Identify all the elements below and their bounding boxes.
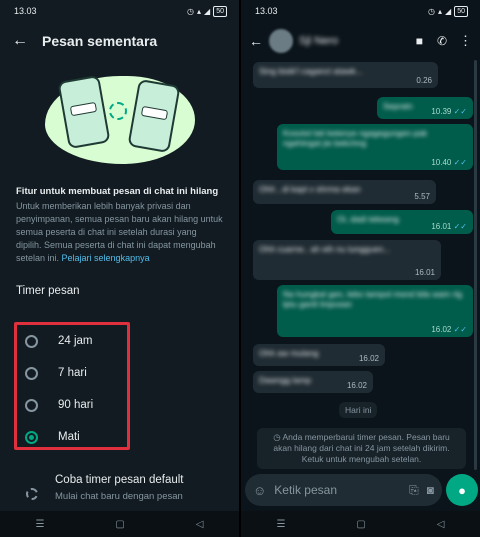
option-off[interactable]: Mati [25, 425, 80, 449]
message-list: Sing bisik'l caganct atawk... 0.26 Seprat… [241, 60, 480, 470]
message-outgoing[interactable]: Oi, dadi tekeang 16.01 ✓✓ [331, 210, 473, 234]
status-icons: ◷ ▴ ◢ 50 [187, 5, 227, 17]
message-outgoing[interactable]: Sepratn 10.39 ✓✓ [377, 97, 473, 119]
mic-button[interactable]: ● [446, 474, 478, 506]
message-incoming[interactable]: Ohh , di kapt v shrma ekan 5.57 [253, 180, 436, 204]
page-title: Pesan sementara [42, 33, 158, 49]
recents-icon[interactable]: ☰ [276, 519, 285, 530]
system-message[interactable]: ◷ Anda memperbarui timer pesan. Pesan ba… [257, 428, 466, 469]
back-arrow-icon[interactable]: ← [12, 32, 28, 50]
message-input[interactable]: Ketik pesan [274, 483, 401, 497]
timer-options-highlight: 24 jam 7 hari 90 hari Mati [14, 322, 130, 450]
back-arrow-icon[interactable]: ← [249, 33, 263, 49]
status-bar: 13.03 ◷ ▴ ◢ 50 [241, 0, 480, 22]
more-menu-icon[interactable]: ⋮ [459, 33, 472, 49]
message-incoming[interactable]: Sing bisik'l caganct atawk... 0.26 [253, 62, 438, 88]
section-title: Timer pesan [16, 285, 80, 297]
radio-off-icon [25, 334, 38, 348]
option-24-hours[interactable]: 24 jam [25, 329, 93, 353]
description-title: Fitur untuk membuat pesan di chat ini hi… [16, 186, 219, 197]
radio-on-icon [25, 430, 38, 444]
contact-name[interactable]: Sjl Nero [299, 35, 410, 47]
status-time: 13.03 [255, 6, 278, 16]
option-90-days[interactable]: 90 hari [25, 393, 93, 417]
option-7-days[interactable]: 7 hari [25, 361, 87, 385]
message-outgoing[interactable]: Na hungkal gen, lebo tampol msnd bila wa… [277, 285, 473, 337]
illustration [44, 68, 195, 178]
home-icon[interactable]: ▢ [115, 519, 124, 530]
recents-icon[interactable]: ☰ [35, 519, 44, 530]
timer-icon: ◷ [273, 432, 283, 442]
status-icons: ◷ ▴ ◢ 50 [428, 5, 468, 17]
message-incoming[interactable]: Ohh aw mulang 16.02 [253, 344, 385, 366]
avatar[interactable] [269, 29, 293, 53]
radio-off-icon [25, 398, 38, 412]
chat-screen: 13.03 ◷ ▴ ◢ 50 ← Sjl Nero ■ ✆ ⋮ Sing bisik'… [241, 0, 480, 537]
date-chip: Hari ini [339, 402, 378, 418]
radio-off-icon [25, 366, 38, 380]
video-call-icon[interactable]: ■ [416, 34, 423, 48]
message-incoming[interactable]: Ohh cuarne.. ah eih nu tungguen... 16.01 [253, 240, 441, 280]
timer-illustration-icon [108, 102, 127, 120]
learn-more-link[interactable]: Pelajari selengkapnya [62, 253, 150, 263]
back-icon[interactable]: ◁ [437, 519, 445, 530]
message-outgoing[interactable]: Kosotol lati ketenye ngagegungen pak nge… [277, 124, 473, 170]
voice-call-icon[interactable]: ✆ [437, 34, 447, 48]
chat-header: ← Sjl Nero ■ ✆ ⋮ [241, 22, 480, 60]
disappearing-messages-screen: 13.03 ◷ ▴ ◢ 50 ← Pesan sementara Fitur untu… [0, 0, 239, 537]
camera-icon[interactable]: ◙ [427, 483, 434, 497]
system-nav-bar: ☰ ▢ ◁ [241, 511, 480, 537]
system-nav-bar: ☰ ▢ ◁ [0, 511, 239, 537]
app-bar: ← Pesan sementara [0, 22, 239, 60]
back-icon[interactable]: ◁ [196, 519, 204, 530]
message-composer[interactable]: ☺ Ketik pesan ⎘ ◙ [245, 474, 442, 506]
emoji-icon[interactable]: ☺ [253, 483, 266, 498]
microphone-icon: ● [458, 482, 466, 498]
description-body: Untuk memberikan lebih banyak privasi da… [16, 201, 223, 263]
scrollbar[interactable] [474, 60, 477, 470]
message-incoming[interactable]: Dawngg lamp 16.02 [253, 371, 373, 393]
home-icon[interactable]: ▢ [356, 519, 365, 530]
status-time: 13.03 [14, 6, 37, 16]
timer-icon [26, 488, 38, 500]
attach-icon[interactable]: ⎘ [409, 483, 419, 498]
status-bar: 13.03 ◷ ▴ ◢ 50 [0, 0, 239, 22]
